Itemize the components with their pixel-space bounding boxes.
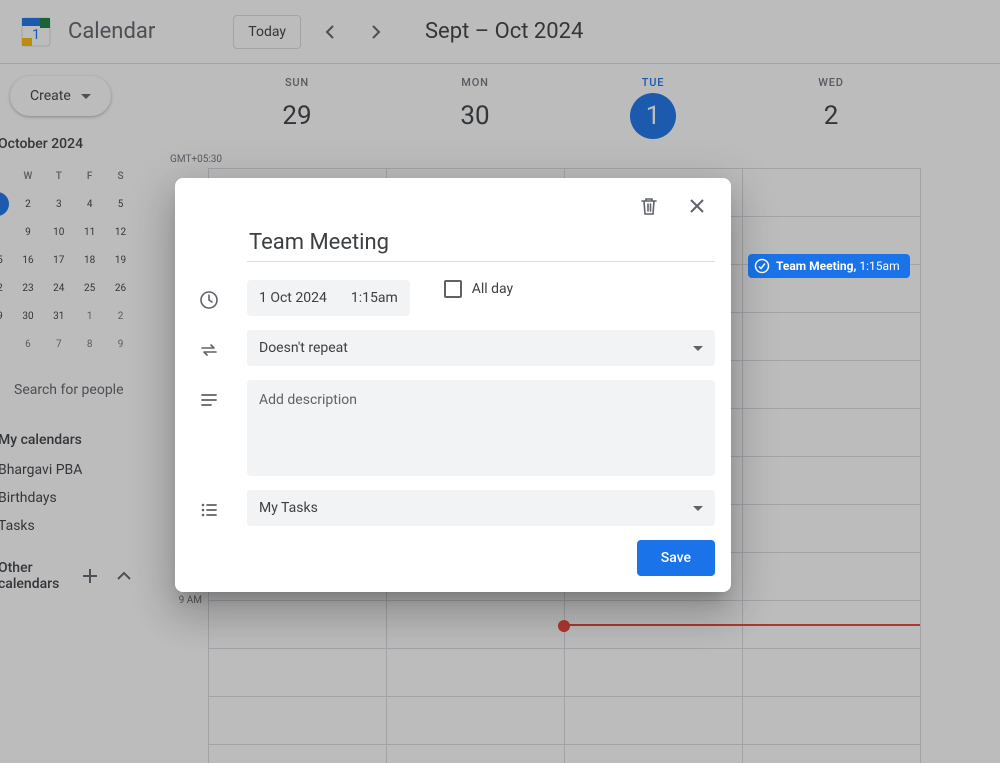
mini-dow: T	[43, 162, 74, 190]
calendar-logo: 1	[16, 12, 56, 52]
mini-day[interactable]: 26	[105, 274, 136, 302]
mini-day[interactable]: 31	[43, 302, 74, 330]
list-icon	[191, 490, 227, 520]
create-label: Create	[30, 88, 71, 104]
mini-day[interactable]: 23	[13, 274, 44, 302]
recurrence-select[interactable]: Doesn't repeat	[247, 330, 715, 366]
all-day-label: All day	[472, 281, 513, 297]
dropdown-caret-icon	[81, 94, 91, 99]
mini-day[interactable]: 9	[13, 218, 44, 246]
recurrence-value: Doesn't repeat	[259, 340, 348, 356]
event-chip-time: 1:15am	[859, 259, 899, 273]
calendar-item[interactable]: Tasks	[0, 512, 152, 540]
description-input[interactable]	[247, 380, 715, 476]
mini-day[interactable]: 2	[13, 190, 44, 218]
day-number: 2	[808, 93, 854, 139]
mini-day[interactable]: 22	[0, 274, 13, 302]
day-of-week: TUE	[564, 76, 742, 89]
mini-day[interactable]: 29	[0, 302, 13, 330]
calendar-item[interactable]: Birthdays	[0, 484, 152, 512]
day-number: 1	[630, 93, 676, 139]
timezone-label: GMT+05:30	[152, 154, 222, 165]
search-people-input[interactable]: Search for people	[0, 368, 152, 412]
task-list-value: My Tasks	[259, 500, 318, 516]
task-checkmark-icon	[754, 258, 770, 274]
mini-dow: F	[74, 162, 105, 190]
mini-day[interactable]: 11	[74, 218, 105, 246]
today-button[interactable]: Today	[233, 15, 301, 49]
day-header[interactable]: SUN 29	[208, 64, 386, 147]
column-divider	[742, 168, 743, 763]
now-indicator	[564, 624, 920, 626]
mini-day[interactable]: 4	[74, 190, 105, 218]
mini-day[interactable]: 1	[0, 190, 13, 218]
other-calendars-heading[interactable]: Other calendars	[0, 560, 68, 592]
mini-day[interactable]: 12	[105, 218, 136, 246]
mini-day[interactable]: 18	[74, 246, 105, 274]
time-field[interactable]: 1:15am	[339, 280, 410, 316]
task-list-select[interactable]: My Tasks	[247, 490, 715, 526]
quick-create-dialog: 1 Oct 2024 1:15am All day Doesn't repeat	[175, 178, 731, 592]
delete-button[interactable]	[637, 194, 661, 218]
event-chip[interactable]: Team Meeting, 1:15am	[748, 254, 910, 278]
mini-day[interactable]: 15	[0, 246, 13, 274]
day-of-week: MON	[386, 76, 564, 89]
date-field[interactable]: 1 Oct 2024	[247, 280, 339, 316]
all-day-checkbox[interactable]	[444, 280, 462, 298]
mini-day[interactable]: 10	[43, 218, 74, 246]
mini-dow: S	[105, 162, 136, 190]
day-header[interactable]: WED 2	[742, 64, 920, 147]
mini-day[interactable]: 8	[74, 330, 105, 358]
add-calendar-button[interactable]	[78, 564, 102, 588]
mini-day[interactable]: 16	[13, 246, 44, 274]
svg-text:1: 1	[32, 27, 40, 43]
event-chip-title: Team Meeting,	[776, 259, 856, 273]
mini-day[interactable]: 9	[105, 330, 136, 358]
mini-dow: W	[13, 162, 44, 190]
dropdown-caret-icon	[693, 506, 703, 511]
date-range: Sept – Oct 2024	[425, 19, 583, 44]
mini-day[interactable]: 19	[105, 246, 136, 274]
app-name: Calendar	[68, 19, 155, 44]
mini-day[interactable]: 25	[74, 274, 105, 302]
mini-day[interactable]: 8	[0, 218, 13, 246]
mini-day[interactable]: 1	[74, 302, 105, 330]
next-period-button[interactable]	[357, 12, 397, 52]
event-title-input[interactable]	[247, 226, 715, 262]
description-icon	[191, 380, 227, 410]
mini-day[interactable]: 24	[43, 274, 74, 302]
mini-dow: T	[0, 162, 13, 190]
day-of-week: WED	[742, 76, 920, 89]
mini-day[interactable]: 17	[43, 246, 74, 274]
save-button[interactable]: Save	[637, 540, 715, 576]
create-button[interactable]: Create	[10, 76, 111, 116]
collapse-other-button[interactable]	[112, 564, 136, 588]
repeat-icon	[191, 330, 227, 360]
hour-label: 9 AM	[152, 595, 202, 606]
clock-icon	[191, 280, 227, 310]
close-button[interactable]	[685, 194, 709, 218]
mini-day[interactable]: 5	[105, 190, 136, 218]
mini-day[interactable]: 5	[0, 330, 13, 358]
mini-calendar[interactable]: SMTWTFS 29301234567891011121314151617181…	[0, 162, 136, 358]
mini-day[interactable]: 2	[105, 302, 136, 330]
mini-day[interactable]: 3	[43, 190, 74, 218]
dropdown-caret-icon	[693, 346, 703, 351]
day-number: 29	[274, 93, 320, 139]
my-calendars-heading[interactable]: My calendars	[0, 412, 152, 456]
day-header[interactable]: MON 30	[386, 64, 564, 147]
mini-day[interactable]: 6	[13, 330, 44, 358]
mini-calendar-title: October 2024	[0, 136, 136, 152]
day-number: 30	[452, 93, 498, 139]
calendar-item[interactable]: Bhargavi PBA	[0, 456, 152, 484]
day-of-week: SUN	[208, 76, 386, 89]
column-divider	[920, 168, 921, 763]
mini-day[interactable]: 7	[43, 330, 74, 358]
mini-day[interactable]: 30	[13, 302, 44, 330]
day-header[interactable]: TUE 1	[564, 64, 742, 147]
prev-period-button[interactable]	[309, 12, 349, 52]
